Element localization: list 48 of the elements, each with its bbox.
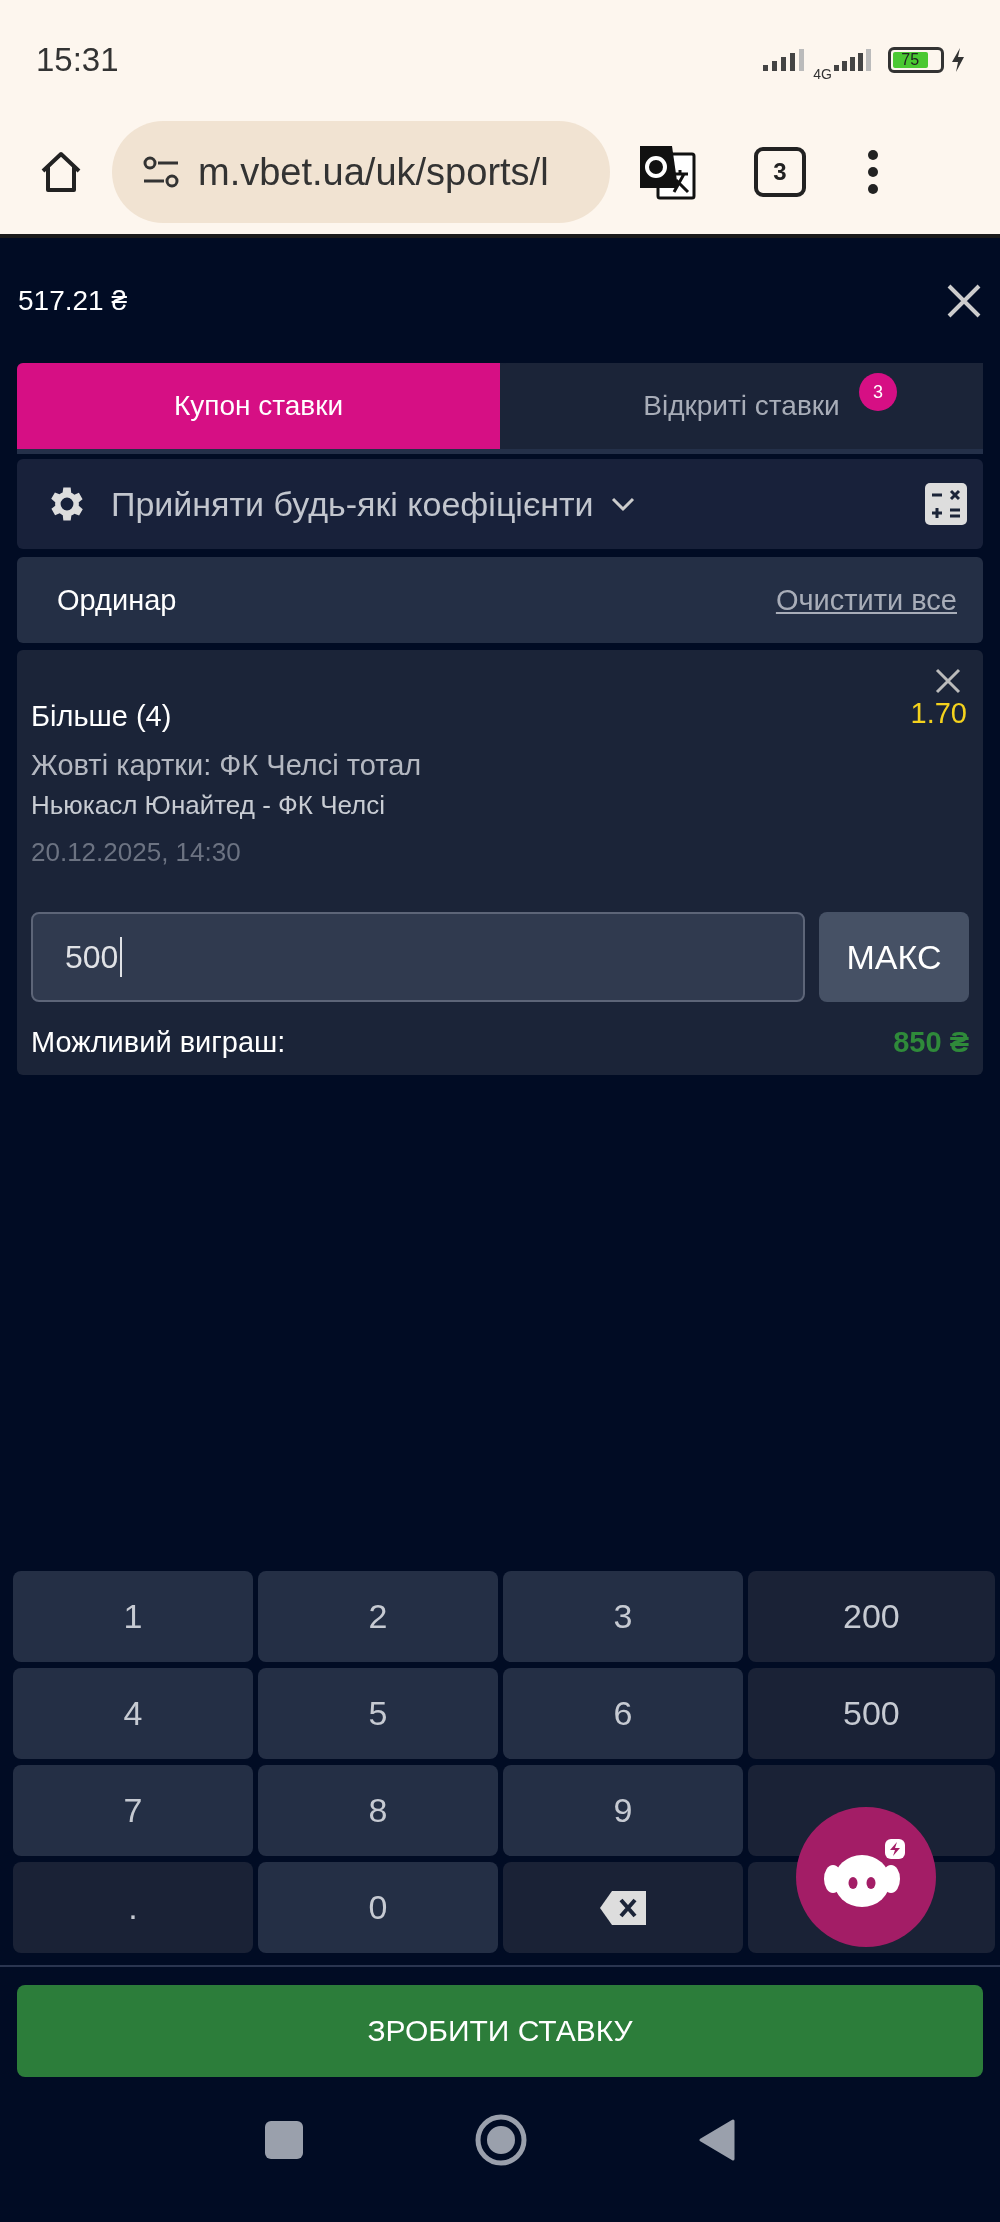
menu-icon[interactable] xyxy=(866,149,880,195)
signal-icon xyxy=(832,47,872,73)
keypad-key[interactable]: 3 xyxy=(502,1571,743,1662)
market-name: Жовті картки: ФК Челсі тотал xyxy=(31,749,423,782)
keypad-key[interactable]: 4 xyxy=(13,1668,253,1759)
address-bar[interactable]: m.vbet.ua/uk/sports/l xyxy=(112,121,610,223)
balance: 517.21 ₴ xyxy=(18,284,127,317)
calculator-icon[interactable] xyxy=(925,483,967,525)
tab-switcher-button[interactable]: 3 xyxy=(754,147,806,197)
keypad-key[interactable]: 8 xyxy=(257,1765,498,1856)
recent-apps-icon[interactable] xyxy=(265,2120,303,2159)
clear-all-link[interactable]: Очистити все xyxy=(775,583,957,617)
possible-win-amount: 850 ₴ xyxy=(893,1026,969,1059)
keypad-key[interactable]: 9 xyxy=(502,1765,743,1856)
keypad-key[interactable]: 6 xyxy=(502,1668,743,1759)
status-time: 15:31 xyxy=(36,41,119,79)
possible-win-label: Можливий виграш: xyxy=(31,1026,286,1059)
keypad-key[interactable]: 5 xyxy=(257,1668,498,1759)
keypad-key[interactable]: 7 xyxy=(13,1765,253,1856)
amount-key[interactable]: 500 xyxy=(747,1668,995,1759)
place-bet-button[interactable]: ЗРОБИТИ СТАВКУ xyxy=(17,1985,983,2077)
keypad-key[interactable]: 0 xyxy=(257,1862,498,1953)
keypad-key[interactable]: 1 xyxy=(13,1571,253,1662)
home-button-icon[interactable] xyxy=(475,2113,527,2166)
site-settings-icon xyxy=(142,155,180,189)
url-text: m.vbet.ua/uk/sports/l xyxy=(198,150,549,194)
close-icon[interactable] xyxy=(946,282,982,319)
back-icon[interactable] xyxy=(699,2118,735,2161)
odds-value: 1.70 xyxy=(910,697,967,730)
count-badge: 3 xyxy=(859,373,897,411)
amount-key[interactable]: 200 xyxy=(747,1571,995,1662)
chevron-down-icon[interactable] xyxy=(609,496,636,512)
stake-field[interactable]: 500 xyxy=(31,912,805,1002)
close-icon[interactable] xyxy=(935,668,961,694)
tab[interactable]: Купон ставки xyxy=(17,363,500,449)
keypad-key[interactable]: 2 xyxy=(257,1571,498,1662)
max-button[interactable]: МАКС xyxy=(819,912,969,1002)
backspace-icon xyxy=(599,1890,646,1925)
translate-icon[interactable] xyxy=(638,144,696,200)
backspace-key[interactable] xyxy=(502,1862,743,1953)
keypad-key[interactable]: . xyxy=(13,1862,253,1953)
event-name: Ньюкасл Юнайтед - ФК Челсі xyxy=(31,790,387,821)
event-date: 20.12.2025, 14:30 xyxy=(31,837,242,868)
network-label: 4G xyxy=(813,66,832,82)
bet-type-label: Ординар xyxy=(57,583,177,617)
battery-level: 75 xyxy=(893,52,928,68)
selection-name: Більше (4) xyxy=(31,700,172,733)
stake-value: 500 xyxy=(65,938,119,976)
